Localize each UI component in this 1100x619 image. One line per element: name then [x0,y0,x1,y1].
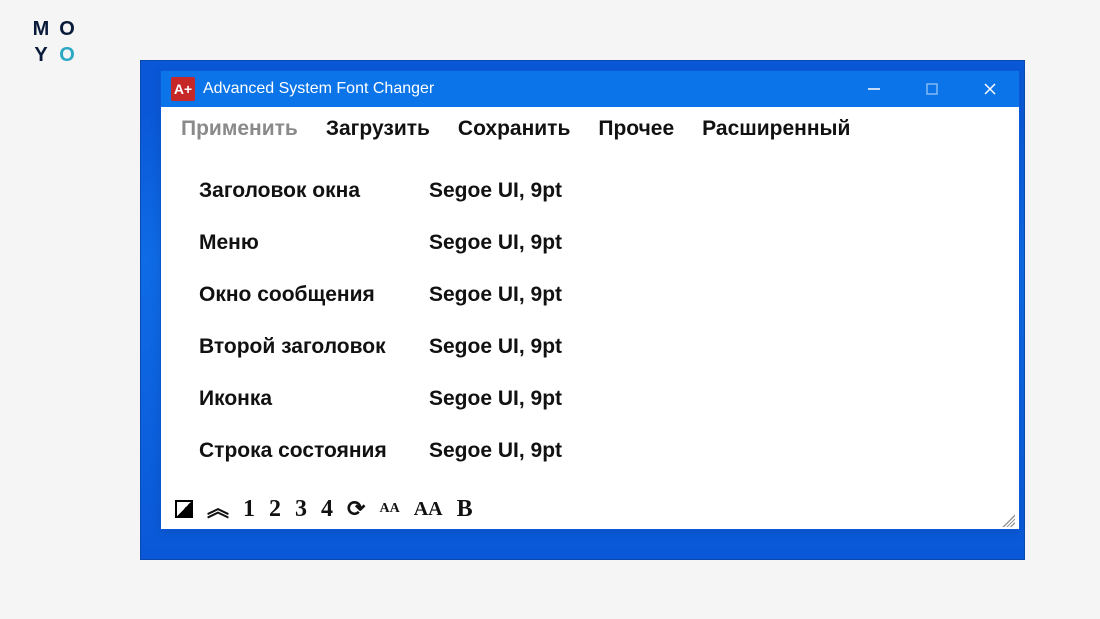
minimize-icon [867,82,881,96]
chevron-double-up-icon: ︽ [207,498,229,520]
setting-value: Segoe UI, 9pt [429,179,562,203]
font-size-large-button[interactable]: AA [414,498,443,521]
contrast-button[interactable] [175,500,193,518]
setting-row-statusbar[interactable]: Строка состояния Segoe UI, 9pt [199,425,1019,477]
brand-o2: O [56,44,78,66]
brand-logo: M O Y O [30,18,78,66]
aa-large-icon: AA [414,498,443,521]
bold-button[interactable]: B [457,496,473,523]
maximize-icon [926,83,938,95]
setting-value: Segoe UI, 9pt [429,335,562,359]
menu-save[interactable]: Сохранить [458,117,570,141]
close-button[interactable] [961,71,1019,107]
refresh-icon: ⟳ [347,496,365,522]
setting-row-title[interactable]: Заголовок окна Segoe UI, 9pt [199,165,1019,217]
app-icon: A+ [171,77,195,101]
preset-3-button[interactable]: 3 [295,496,307,523]
preset-1-button[interactable]: 1 [243,496,255,523]
menu-load[interactable]: Загрузить [326,117,430,141]
setting-label: Меню [199,231,429,255]
menu-advanced[interactable]: Расширенный [702,117,850,141]
maximize-button[interactable] [903,71,961,107]
app-window: A+ Advanced System Font Changer Применит… [160,70,1020,530]
brand-o1: O [56,18,78,40]
setting-value: Segoe UI, 9pt [429,439,562,463]
setting-row-menu[interactable]: Меню Segoe UI, 9pt [199,217,1019,269]
brand-y: Y [30,44,52,66]
brand-m: M [30,18,52,40]
font-settings-list: Заголовок окна Segoe UI, 9pt Меню Segoe … [161,151,1019,489]
refresh-button[interactable]: ⟳ [347,496,365,522]
window-controls [845,71,1019,107]
setting-label: Заголовок окна [199,179,429,203]
menu-other[interactable]: Прочее [598,117,674,141]
setting-label: Окно сообщения [199,283,429,307]
setting-value: Segoe UI, 9pt [429,231,562,255]
aa-small-icon: AA [379,501,399,517]
setting-label: Иконка [199,387,429,411]
setting-value: Segoe UI, 9pt [429,283,562,307]
resize-grip[interactable] [999,511,1015,527]
preset-4-button[interactable]: 4 [321,496,333,523]
bottom-toolbar: ︽ 1 2 3 4 ⟳ AA AA B [161,489,1019,529]
setting-row-secondary-title[interactable]: Второй заголовок Segoe UI, 9pt [199,321,1019,373]
setting-row-messagebox[interactable]: Окно сообщения Segoe UI, 9pt [199,269,1019,321]
window-title: Advanced System Font Changer [203,80,845,98]
setting-value: Segoe UI, 9pt [429,387,562,411]
collapse-button[interactable]: ︽ [207,498,229,520]
contrast-icon [175,500,193,518]
preset-2-button[interactable]: 2 [269,496,281,523]
font-size-small-button[interactable]: AA [379,501,399,517]
setting-row-icon[interactable]: Иконка Segoe UI, 9pt [199,373,1019,425]
setting-label: Строка состояния [199,439,429,463]
setting-label: Второй заголовок [199,335,429,359]
menubar: Применить Загрузить Сохранить Прочее Рас… [161,107,1019,151]
menu-apply[interactable]: Применить [181,117,298,141]
close-icon [983,82,997,96]
titlebar[interactable]: A+ Advanced System Font Changer [161,71,1019,107]
minimize-button[interactable] [845,71,903,107]
